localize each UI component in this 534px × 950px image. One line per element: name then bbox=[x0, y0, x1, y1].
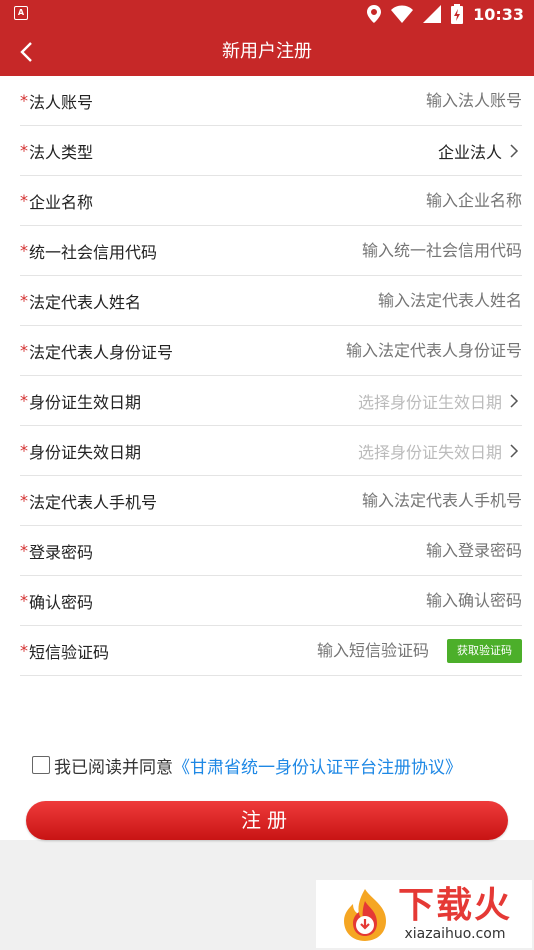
form-row: * 法定代表人手机号 bbox=[20, 476, 522, 526]
field-label-text: 确认密码 bbox=[29, 592, 94, 612]
form-row: * 法人账号 bbox=[20, 76, 522, 126]
required-mark: * bbox=[20, 141, 28, 160]
field-label-text: 短信验证码 bbox=[29, 642, 110, 662]
form-row: *短信验证码 获取验证码 bbox=[20, 626, 522, 676]
field-input[interactable] bbox=[322, 541, 522, 560]
register-button[interactable]: 注册 bbox=[26, 801, 508, 840]
field-input[interactable] bbox=[322, 291, 522, 310]
field-label-text: 法定代表人手机号 bbox=[29, 492, 158, 512]
field-label: * 法定代表人身份证号 bbox=[20, 339, 173, 363]
form-row[interactable]: * 身份证失效日期 选择身份证失效日期 bbox=[20, 426, 522, 476]
registration-form: *法人账号*法人类型企业法人*企业名称*统一社会信用代码*法定代表人姓名*法定代… bbox=[20, 76, 522, 676]
battery-charging-icon bbox=[451, 4, 464, 24]
required-mark: * bbox=[20, 641, 28, 660]
agreement-row: 我已阅读并同意 《甘肃省统一身份认证平台注册协议》 bbox=[32, 753, 462, 778]
field-label: * 身份证失效日期 bbox=[20, 439, 141, 463]
field-label-text: 法定代表人身份证号 bbox=[29, 342, 174, 362]
required-mark: * bbox=[20, 91, 28, 110]
get-sms-code-button[interactable]: 获取验证码 bbox=[447, 638, 522, 663]
field-label-text: 法定代表人姓名 bbox=[29, 292, 142, 312]
required-mark: * bbox=[20, 241, 28, 260]
field-label: * 确认密码 bbox=[20, 589, 93, 613]
field-input[interactable] bbox=[322, 341, 522, 360]
app-bar: 新用户注册 bbox=[0, 28, 534, 76]
wifi-icon bbox=[391, 5, 414, 23]
flame-logo-icon bbox=[343, 889, 386, 941]
location-icon bbox=[367, 5, 382, 23]
field-control: 选择身份证生效日期 bbox=[358, 389, 522, 413]
status-time: 10:33 bbox=[473, 4, 524, 24]
field-label: * 法人账号 bbox=[20, 89, 93, 113]
field-input[interactable] bbox=[322, 491, 522, 510]
required-mark: * bbox=[20, 491, 28, 510]
chevron-right-icon bbox=[510, 143, 519, 158]
field-date-placeholder: 选择身份证失效日期 bbox=[357, 442, 502, 462]
field-control bbox=[322, 191, 522, 210]
signal-icon bbox=[423, 5, 442, 23]
field-control: 选择身份证失效日期 bbox=[358, 439, 522, 463]
field-input[interactable] bbox=[322, 191, 522, 210]
watermark-brand: 下载火 bbox=[397, 885, 512, 926]
field-control bbox=[322, 591, 522, 610]
field-control: 企业法人 bbox=[438, 139, 522, 163]
field-label: * 法人类型 bbox=[20, 139, 93, 163]
field-select-value: 企业法人 bbox=[437, 142, 502, 162]
form-row: * 法定代表人姓名 bbox=[20, 276, 522, 326]
form-row: * 企业名称 bbox=[20, 176, 522, 226]
required-mark: * bbox=[20, 341, 28, 360]
chevron-right-icon bbox=[510, 393, 519, 408]
field-date-placeholder: 选择身份证生效日期 bbox=[357, 392, 502, 412]
field-label-text: 统一社会信用代码 bbox=[29, 242, 158, 262]
status-icons: 10:33 bbox=[367, 2, 524, 26]
field-label: * 统一社会信用代码 bbox=[20, 239, 157, 263]
app-notification-icon: A bbox=[14, 6, 28, 20]
status-bar: A 10:33 bbox=[0, 0, 534, 28]
field-label: * 身份证生效日期 bbox=[20, 389, 141, 413]
field-input[interactable] bbox=[322, 241, 522, 260]
required-mark: * bbox=[20, 591, 28, 610]
field-label-text: 法人账号 bbox=[29, 92, 94, 112]
field-label-text: 身份证失效日期 bbox=[29, 442, 142, 462]
field-label: * 法定代表人手机号 bbox=[20, 489, 157, 513]
required-mark: * bbox=[20, 541, 28, 560]
form-row: * 登录密码 bbox=[20, 526, 522, 576]
field-label-text: 法人类型 bbox=[29, 142, 94, 162]
watermark-text: 下载火 xiazaihuo.com bbox=[397, 885, 512, 943]
watermark: 下载火 xiazaihuo.com bbox=[316, 880, 532, 948]
field-input[interactable] bbox=[309, 641, 429, 660]
agreement-link[interactable]: 《甘肃省统一身份认证平台注册协议》 bbox=[173, 753, 462, 778]
field-control bbox=[322, 491, 522, 510]
form-row[interactable]: * 身份证生效日期 选择身份证生效日期 bbox=[20, 376, 522, 426]
watermark-domain: xiazaihuo.com bbox=[404, 926, 506, 942]
required-mark: * bbox=[20, 291, 28, 310]
field-label: * 企业名称 bbox=[20, 189, 93, 213]
field-control bbox=[322, 91, 522, 110]
field-control bbox=[322, 341, 522, 360]
field-label-text: 企业名称 bbox=[29, 192, 94, 212]
form-row[interactable]: * 法人类型 企业法人 bbox=[20, 126, 522, 176]
agreement-prefix: 我已阅读并同意 bbox=[54, 757, 173, 778]
field-control: 获取验证码 bbox=[309, 638, 522, 663]
field-input[interactable] bbox=[322, 591, 522, 610]
form-row: * 统一社会信用代码 bbox=[20, 226, 522, 276]
field-control bbox=[322, 291, 522, 310]
agreement-checkbox[interactable] bbox=[32, 756, 50, 774]
page-title: 新用户注册 bbox=[222, 41, 312, 62]
field-label: * 法定代表人姓名 bbox=[20, 289, 141, 313]
required-mark: * bbox=[20, 441, 28, 460]
chevron-right-icon bbox=[510, 443, 519, 458]
form-row: * 法定代表人身份证号 bbox=[20, 326, 522, 376]
main-content: *法人账号*法人类型企业法人*企业名称*统一社会信用代码*法定代表人姓名*法定代… bbox=[0, 76, 534, 840]
field-label: * 短信验证码 bbox=[20, 639, 109, 663]
required-mark: * bbox=[20, 191, 28, 210]
field-label: * 登录密码 bbox=[20, 539, 93, 563]
field-input[interactable] bbox=[322, 91, 522, 110]
required-mark: * bbox=[20, 391, 28, 410]
form-row: * 确认密码 bbox=[20, 576, 522, 626]
field-control bbox=[322, 241, 522, 260]
field-label-text: 登录密码 bbox=[29, 542, 94, 562]
field-label-text: 身份证生效日期 bbox=[29, 392, 142, 412]
field-control bbox=[322, 541, 522, 560]
